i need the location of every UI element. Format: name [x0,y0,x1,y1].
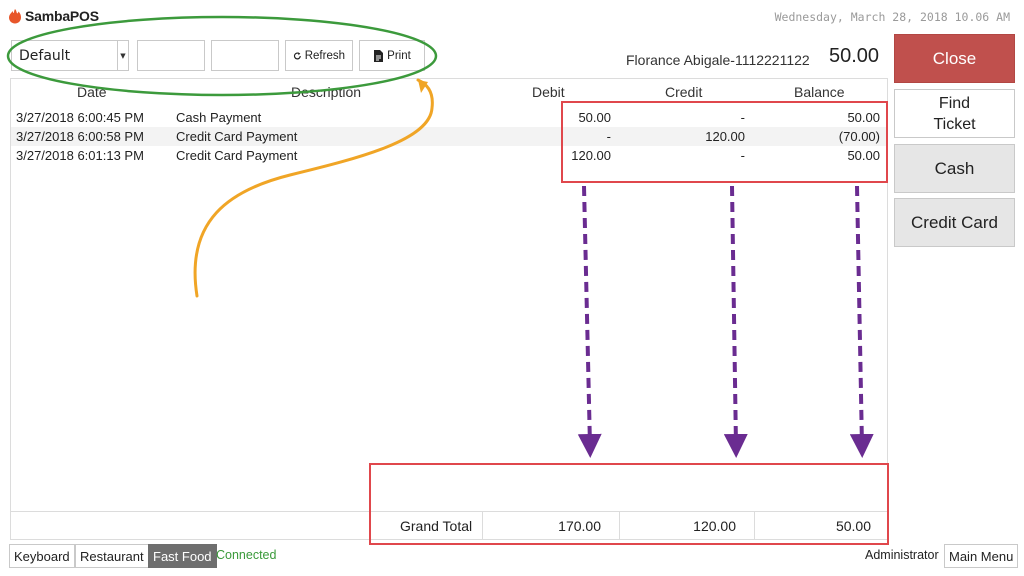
filter-select-value: Default [19,47,71,64]
row-credit: - [740,110,745,125]
credit-card-button[interactable]: Credit Card [894,198,1015,247]
row-credit: - [740,148,745,163]
close-button[interactable]: Close [894,34,1015,83]
grand-total-debit: 170.00 [482,512,619,540]
row-description: Cash Payment [176,110,262,125]
header-debit: Debit [532,84,565,100]
fast-food-button[interactable]: Fast Food [148,544,217,568]
refresh-icon [293,51,301,59]
chevron-down-icon[interactable]: ▼ [117,41,128,70]
find-ticket-button[interactable]: Find Ticket [894,89,1015,138]
table-header: Date Description Debit Credit Balance [11,84,887,102]
current-user: Administrator [865,548,939,562]
toolbar: Default ▼ Refresh Print [11,40,425,71]
row-balance: 50.00 [847,148,880,163]
table-row[interactable]: 3/27/2018 6:00:58 PM Credit Card Payment… [11,127,887,146]
table-body: 3/27/2018 6:00:45 PM Cash Payment 50.00 … [11,108,887,165]
keyboard-button[interactable]: Keyboard [9,544,75,568]
customer-balance: 50.00 [829,45,880,67]
row-debit: - [606,129,611,144]
document-print-icon [374,49,384,62]
restaurant-button[interactable]: Restaurant [75,544,149,568]
header-balance: Balance [794,84,845,100]
filter-select[interactable]: Default ▼ [11,40,129,71]
row-date: 3/27/2018 6:00:58 PM [16,129,144,144]
row-date: 3/27/2018 6:00:45 PM [16,110,144,125]
start-date-field[interactable] [137,40,205,71]
date-time: Wednesday, March 28, 2018 10.06 AM [774,10,1010,24]
row-balance: 50.00 [847,110,880,125]
connection-status: Connected [216,548,277,562]
find-ticket-label-line1: Find [938,94,971,112]
header-description: Description [291,84,362,100]
grand-total-credit: 120.00 [619,512,754,540]
flame-logo-icon [9,9,21,24]
row-debit: 50.00 [578,110,611,125]
row-date: 3/27/2018 6:01:13 PM [16,148,144,163]
grand-total-label: Grand Total [400,518,473,534]
cash-button[interactable]: Cash [894,144,1015,193]
row-description: Credit Card Payment [176,129,298,144]
transactions-panel: Date Description Debit Credit Balance 3/… [10,78,888,512]
main-menu-button[interactable]: Main Menu [944,544,1019,568]
refresh-button[interactable]: Refresh [285,40,353,71]
app-name: SambaPOS [25,8,99,24]
header-date: Date [77,84,107,100]
customer-name: Florance Abigale-1112221122 [626,52,810,68]
refresh-label: Refresh [304,49,345,62]
row-debit: 120.00 [571,148,611,163]
table-row[interactable]: 3/27/2018 6:01:13 PM Credit Card Payment… [11,146,887,165]
row-credit: 120.00 [705,129,745,144]
find-ticket-label-line2: Ticket [933,115,976,133]
row-description: Credit Card Payment [176,148,298,163]
table-row[interactable]: 3/27/2018 6:00:45 PM Cash Payment 50.00 … [11,108,887,127]
print-button[interactable]: Print [359,40,425,71]
app-logo: SambaPOS [8,8,99,24]
row-balance: (70.00) [838,129,880,144]
header-credit: Credit [665,84,703,100]
grand-total-balance: 50.00 [754,512,889,540]
grand-total-bar: Grand Total 170.00 120.00 50.00 [10,512,888,540]
end-date-field[interactable] [211,40,279,71]
print-label: Print [387,49,411,62]
